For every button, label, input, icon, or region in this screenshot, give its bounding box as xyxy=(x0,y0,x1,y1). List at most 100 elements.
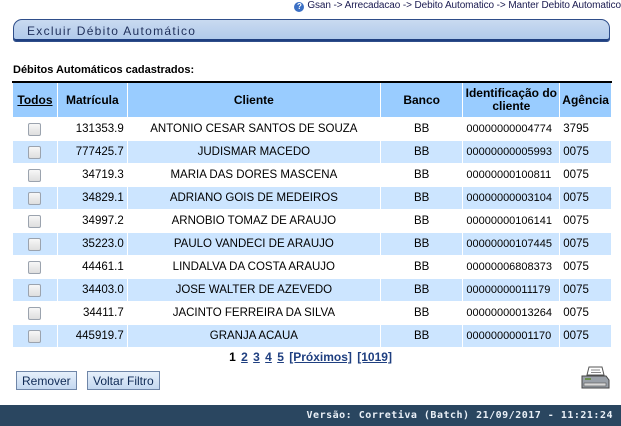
row-checkbox[interactable] xyxy=(28,260,42,274)
cell-cliente: JUDISMAR MACEDO xyxy=(126,140,381,164)
cell-matricula: 445919.7 xyxy=(56,324,128,348)
cell-identificacao: 00000000013264 xyxy=(462,301,561,325)
table-row: 445919.7 GRANJA ACAUA BB 00000000001170 0075 xyxy=(12,324,612,348)
cell-cliente: PAULO VANDECI DE ARAUJO xyxy=(126,232,381,256)
table-row: 34997.2 ARNOBIO TOMAZ DE ARAUJO BB 00000000… xyxy=(12,209,612,233)
cell-banco: BB xyxy=(379,255,464,279)
remover-button[interactable]: Remover xyxy=(16,371,77,390)
checkbox-cell xyxy=(12,186,58,210)
checkbox-cell xyxy=(12,163,58,187)
header-identificacao: Identificação do cliente xyxy=(462,81,561,118)
section-title: Débitos Automáticos cadastrados: xyxy=(13,64,195,76)
cell-agencia: 0075 xyxy=(559,163,612,187)
cell-matricula: 34829.1 xyxy=(56,186,128,210)
cell-matricula: 44461.1 xyxy=(56,255,128,279)
header-cliente: Cliente xyxy=(126,81,381,118)
cell-matricula: 131353.9 xyxy=(56,117,128,141)
cell-cliente: JACINTO FERREIRA DA SILVA xyxy=(126,301,381,325)
cell-identificacao: 00000006808373 xyxy=(462,255,561,279)
cell-identificacao: 00000000001170 xyxy=(462,324,561,348)
row-checkbox[interactable] xyxy=(28,283,42,297)
printer-icon[interactable] xyxy=(580,366,610,392)
cell-identificacao: 00000000003104 xyxy=(462,186,561,210)
row-checkbox[interactable] xyxy=(28,145,42,159)
cell-agencia: 0075 xyxy=(559,278,612,302)
breadcrumb: ? Gsan -> Arrecadacao -> Debito Automatic… xyxy=(0,0,621,12)
checkbox-cell xyxy=(12,117,58,141)
table-header-row: Todos Matrícula Cliente Banco Identifica… xyxy=(12,81,612,118)
table-row: 34403.0 JOSE WALTER DE AZEVEDO BB 000000000… xyxy=(12,278,612,302)
page-link-3[interactable]: 3 xyxy=(253,350,260,364)
cell-agencia: 0075 xyxy=(559,301,612,325)
cell-banco: BB xyxy=(379,301,464,325)
cell-matricula: 34997.2 xyxy=(56,209,128,233)
table-row: 34411.7 JACINTO FERREIRA DA SILVA BB 000000… xyxy=(12,301,612,325)
cell-banco: BB xyxy=(379,209,464,233)
page-current: 1 xyxy=(229,350,236,364)
page-link-4[interactable]: 4 xyxy=(265,350,272,364)
cell-identificacao: 00000000106141 xyxy=(462,209,561,233)
table-body: 131353.9 ANTONIO CESAR SANTOS DE SOUZA BB 0… xyxy=(12,117,612,348)
cell-banco: BB xyxy=(379,117,464,141)
debitos-table: Todos Matrícula Cliente Banco Identifica… xyxy=(12,81,612,348)
page-link-2[interactable]: 2 xyxy=(241,350,248,364)
checkbox-cell xyxy=(12,209,58,233)
cell-identificacao: 00000000005993 xyxy=(462,140,561,164)
checkbox-cell xyxy=(12,278,58,302)
row-checkbox[interactable] xyxy=(28,214,42,228)
select-all-link[interactable]: Todos xyxy=(12,81,58,118)
cell-cliente: JOSE WALTER DE AZEVEDO xyxy=(126,278,381,302)
row-checkbox[interactable] xyxy=(28,168,42,182)
table-row: 34829.1 ADRIANO GOIS DE MEDEIROS BB 0000000… xyxy=(12,186,612,210)
window-title-bar: Excluir Débito Automático xyxy=(13,19,610,42)
checkbox-cell xyxy=(12,301,58,325)
table-row: 35223.0 PAULO VANDECI DE ARAUJO BB 00000000… xyxy=(12,232,612,256)
cell-cliente: ARNOBIO TOMAZ DE ARAUJO xyxy=(126,209,381,233)
row-checkbox[interactable] xyxy=(28,191,42,205)
table-row: 44461.1 LINDALVA DA COSTA ARAUJO BB 0000000… xyxy=(12,255,612,279)
table-row: 131353.9 ANTONIO CESAR SANTOS DE SOUZA BB 0… xyxy=(12,117,612,141)
last-page-link[interactable]: [1019] xyxy=(357,350,392,364)
cell-identificacao: 00000000011179 xyxy=(462,278,561,302)
cell-agencia: 0075 xyxy=(559,324,612,348)
header-agencia: Agência xyxy=(559,81,612,118)
cell-matricula: 34411.7 xyxy=(56,301,128,325)
cell-matricula: 777425.7 xyxy=(56,140,128,164)
row-checkbox[interactable] xyxy=(28,306,42,320)
cell-cliente: MARIA DAS DORES MASCENA xyxy=(126,163,381,187)
checkbox-cell xyxy=(12,255,58,279)
version-footer: Versão: Corretiva (Batch) 21/09/2017 - 1… xyxy=(0,405,621,426)
checkbox-cell xyxy=(12,232,58,256)
cell-banco: BB xyxy=(379,324,464,348)
cell-identificacao: 00000000004774 xyxy=(462,117,561,141)
window-title: Excluir Débito Automático xyxy=(27,24,197,38)
header-identificacao-line1: Identificação do xyxy=(465,86,557,100)
cell-cliente: LINDALVA DA COSTA ARAUJO xyxy=(126,255,381,279)
breadcrumb-text: Gsan -> Arrecadacao -> Debito Automatico… xyxy=(307,0,621,11)
cell-agencia: 0075 xyxy=(559,186,612,210)
table-row: 777425.7 JUDISMAR MACEDO BB 00000000005993 0… xyxy=(12,140,612,164)
cell-banco: BB xyxy=(379,140,464,164)
page-link-5[interactable]: 5 xyxy=(277,350,284,364)
cell-banco: BB xyxy=(379,232,464,256)
checkbox-cell xyxy=(12,324,58,348)
cell-identificacao: 00000000100811 xyxy=(462,163,561,187)
cell-banco: BB xyxy=(379,186,464,210)
cell-agencia: 0075 xyxy=(559,255,612,279)
cell-agencia: 0075 xyxy=(559,140,612,164)
header-banco: Banco xyxy=(379,81,464,118)
cell-agencia: 3795 xyxy=(559,117,612,141)
help-icon[interactable]: ? xyxy=(294,2,305,12)
cell-agencia: 0075 xyxy=(559,232,612,256)
table-row: 34719.3 MARIA DAS DORES MASCENA BB 00000000… xyxy=(12,163,612,187)
row-checkbox[interactable] xyxy=(28,329,42,343)
row-checkbox[interactable] xyxy=(28,122,42,136)
row-checkbox[interactable] xyxy=(28,237,42,251)
next-pages-link[interactable]: [Próximos] xyxy=(289,350,352,364)
voltar-filtro-button[interactable]: Voltar Filtro xyxy=(87,371,160,390)
checkbox-cell xyxy=(12,140,58,164)
cell-banco: BB xyxy=(379,163,464,187)
header-matricula: Matrícula xyxy=(56,81,128,118)
cell-banco: BB xyxy=(379,278,464,302)
cell-cliente: GRANJA ACAUA xyxy=(126,324,381,348)
